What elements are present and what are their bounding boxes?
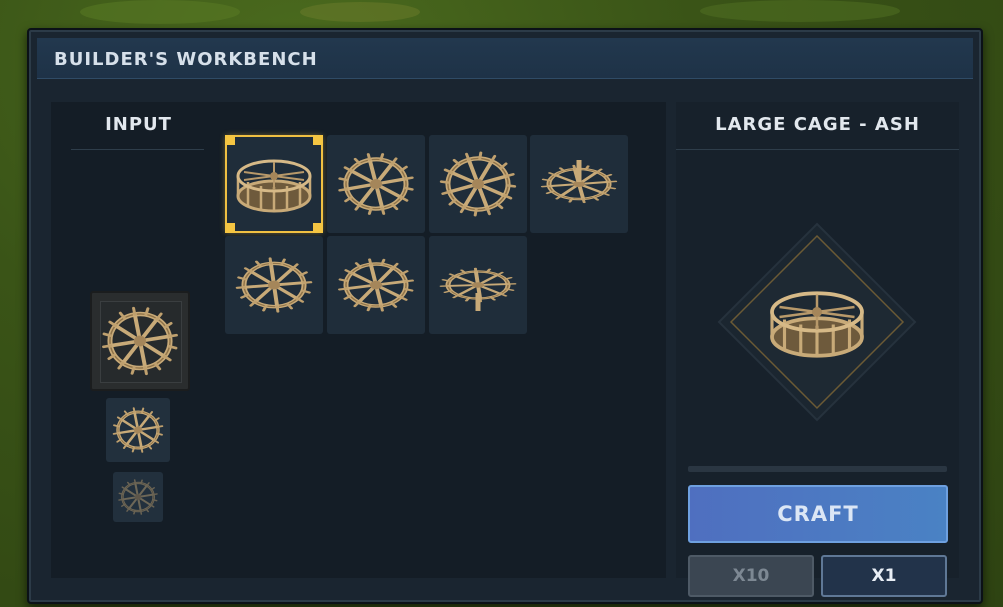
quantity-x1-button[interactable]: X1 xyxy=(821,555,947,597)
input-header: INPUT xyxy=(105,114,172,135)
result-preview xyxy=(717,222,917,422)
input-slot-primary[interactable] xyxy=(90,291,190,391)
variant-slot-6[interactable] xyxy=(327,236,425,334)
variant-slot-7[interactable] xyxy=(429,236,527,334)
result-title: LARGE CAGE - ASH xyxy=(715,114,920,135)
input-panel: INPUT xyxy=(51,102,666,578)
variant-slot-1[interactable] xyxy=(225,135,323,233)
wheel-icon xyxy=(327,236,425,334)
result-header-divider xyxy=(676,149,959,150)
cage-icon xyxy=(770,291,864,358)
variant-slot-4[interactable] xyxy=(530,135,628,233)
wheel-icon xyxy=(530,160,628,233)
craft-button[interactable]: CRAFT xyxy=(688,485,948,543)
input-slot-tertiary[interactable] xyxy=(113,472,163,522)
variant-slot-2[interactable] xyxy=(327,135,425,233)
quantity-x10-button[interactable]: X10 xyxy=(688,555,814,597)
workbench-window: BUILDER'S WORKBENCH INPUT LARGE CAGE - A… xyxy=(27,28,983,604)
input-slot-secondary[interactable] xyxy=(106,398,170,462)
wheel-icon xyxy=(107,402,169,458)
input-header-divider xyxy=(71,149,204,150)
wheel-icon xyxy=(327,135,425,233)
variant-slot-3[interactable] xyxy=(429,135,527,233)
title-bar: BUILDER'S WORKBENCH xyxy=(37,38,973,79)
cage-icon xyxy=(236,159,312,213)
wheel-icon xyxy=(429,135,527,233)
wheel-icon xyxy=(114,475,162,519)
variant-slot-5[interactable] xyxy=(225,236,323,334)
wheel-icon xyxy=(429,236,527,311)
wheel-icon xyxy=(225,236,323,334)
craft-progress-bar xyxy=(688,466,947,472)
window-title: BUILDER'S WORKBENCH xyxy=(54,49,318,70)
wheel-icon xyxy=(92,293,188,389)
result-panel: LARGE CAGE - ASH CRAFT X10 X1 xyxy=(676,102,959,597)
